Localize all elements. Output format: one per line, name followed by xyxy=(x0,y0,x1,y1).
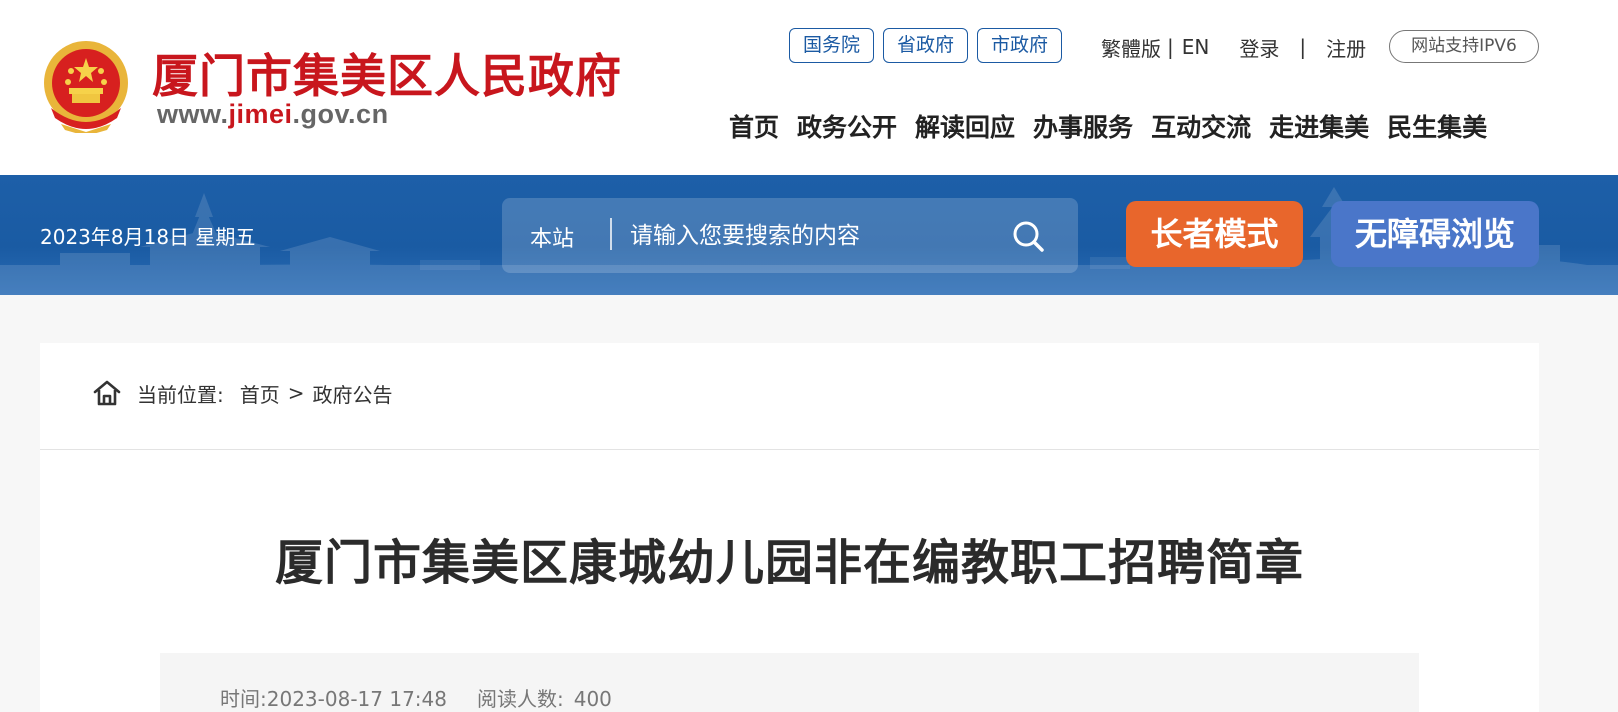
current-date: 2023年8月18日 星期五 xyxy=(40,225,256,249)
breadcrumb-label: 当前位置: xyxy=(137,382,224,407)
home-icon xyxy=(93,380,121,406)
read-count-value: 400 xyxy=(573,687,612,711)
publish-time-value: 2023-08-17 17:48 xyxy=(266,687,447,711)
register-link[interactable]: 注册 xyxy=(1326,33,1366,62)
nav-item-interpretation[interactable]: 解读回应 xyxy=(915,108,1015,144)
nav-item-about-jimei[interactable]: 走进集美 xyxy=(1269,108,1369,144)
gov-link-city[interactable]: 市政府 xyxy=(977,28,1063,63)
search-box: 本站 xyxy=(502,198,1078,273)
gov-links: 国务院 省政府 市政府 xyxy=(789,28,1063,63)
top-links-separator: | xyxy=(1167,35,1174,59)
publish-time-label: 时间: xyxy=(220,687,267,711)
search-icon[interactable] xyxy=(1010,218,1046,254)
site-header: 厦门市集美区人民政府 www.jimei.gov.cn 国务院 省政府 市政府 … xyxy=(0,0,1618,175)
search-scope-select[interactable]: 本站 xyxy=(530,221,574,253)
top-links-separator: | xyxy=(1299,35,1307,59)
gov-link-state-council[interactable]: 国务院 xyxy=(789,28,875,63)
content-panel: 当前位置: 首页 > 政府公告 厦门市集美区康城幼儿园非在编教职工招聘简章 时间… xyxy=(40,343,1539,712)
ipv6-badge: 网站支持IPV6 xyxy=(1389,30,1539,63)
accessible-browse-button[interactable]: 无障碍浏览 xyxy=(1331,201,1539,267)
traditional-chinese-link[interactable]: 繁體版 xyxy=(1101,33,1161,62)
breadcrumb-separator: > xyxy=(287,381,305,405)
article-meta-bar: 时间:2023-08-17 17:48 阅读人数: 400 xyxy=(160,653,1419,712)
article-title: 厦门市集美区康城幼儿园非在编教职工招聘简章 xyxy=(274,535,1304,591)
site-url-highlight: jimei xyxy=(228,99,293,129)
nav-item-gov-affairs[interactable]: 政务公开 xyxy=(797,108,897,144)
nav-item-services[interactable]: 办事服务 xyxy=(1033,108,1133,144)
search-input[interactable] xyxy=(630,216,1000,256)
site-title[interactable]: 厦门市集美区人民政府 xyxy=(152,40,622,106)
gov-link-province[interactable]: 省政府 xyxy=(883,28,969,63)
breadcrumb: 当前位置: 首页 > 政府公告 xyxy=(91,376,393,410)
nav-item-livelihood[interactable]: 民生集美 xyxy=(1387,108,1487,144)
site-url-prefix: www. xyxy=(157,99,229,129)
divider xyxy=(40,449,1539,450)
site-url[interactable]: www.jimei.gov.cn xyxy=(157,99,389,130)
breadcrumb-home[interactable]: 首页 xyxy=(240,379,280,408)
site-url-suffix: .gov.cn xyxy=(292,99,389,129)
search-divider xyxy=(610,218,612,250)
main-nav: 首页 政务公开 解读回应 办事服务 互动交流 走进集美 民生集美 xyxy=(729,108,1487,144)
article-meta: 时间:2023-08-17 17:48 阅读人数: 400 xyxy=(220,683,612,712)
nav-item-interaction[interactable]: 互动交流 xyxy=(1151,108,1251,144)
nav-item-home[interactable]: 首页 xyxy=(729,108,779,144)
english-link[interactable]: EN xyxy=(1182,35,1210,59)
login-link[interactable]: 登录 xyxy=(1239,33,1279,62)
top-links: 繁體版 | EN 登录 | 注册 xyxy=(1101,32,1366,62)
breadcrumb-current[interactable]: 政府公告 xyxy=(313,379,393,408)
banner: 2023年8月18日 星期五 本站 长者模式 无障碍浏览 xyxy=(0,175,1618,295)
national-emblem-icon[interactable] xyxy=(41,38,131,133)
elder-mode-button[interactable]: 长者模式 xyxy=(1126,201,1303,267)
read-count-label: 阅读人数: xyxy=(476,687,564,711)
